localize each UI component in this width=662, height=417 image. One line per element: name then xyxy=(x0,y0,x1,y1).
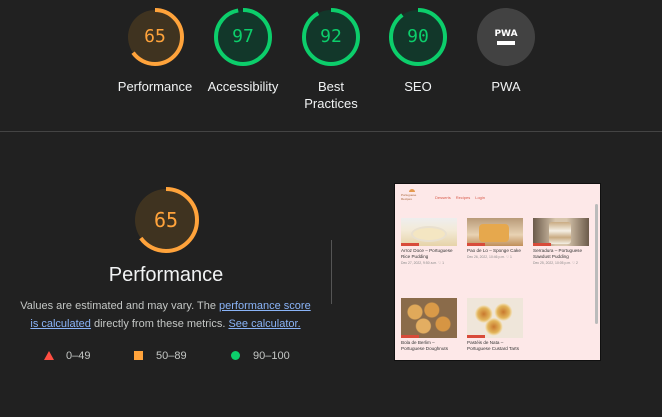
gauge-best-practices[interactable]: 92 Best Practices xyxy=(286,8,376,112)
triangle-icon xyxy=(44,351,54,360)
legend-range: 90–100 xyxy=(253,350,290,362)
pwa-badge-text: PWA xyxy=(494,29,517,39)
gauge-label: Accessibility xyxy=(207,79,279,94)
recipe-title: Pao de Lo – Sponge Cake xyxy=(467,248,521,253)
gauge-label: Performance xyxy=(117,79,193,94)
recipe-title: Bola de Berlim – Portuguese Doughnuts xyxy=(401,340,448,351)
recipe-image xyxy=(533,218,589,246)
recipe-title: Pastéis de Nata – Portuguese Custard Tar… xyxy=(467,340,520,351)
gauge-score: 90 xyxy=(407,26,429,47)
site-nav: Desserts Recipes Login xyxy=(435,195,490,200)
score-legend: 0–49 50–89 90–100 xyxy=(44,348,304,364)
recipe-card: Pastéis de Nata – Portuguese Custard Tar… xyxy=(467,298,523,352)
detail-score: 65 xyxy=(153,208,179,232)
legend-range: 0–49 xyxy=(66,350,91,362)
recipe-image xyxy=(467,298,523,338)
nav-item: Login xyxy=(475,195,486,200)
recipe-image xyxy=(401,218,457,246)
recipe-card: Serradura – Portuguese Sawdust Pudding D… xyxy=(533,218,589,265)
gauge-accessibility[interactable]: 97 Accessibility xyxy=(198,8,288,95)
metrics-note: Values are estimated and may vary. The p… xyxy=(15,297,316,333)
recipe-card: Bola de Berlim – Portuguese Doughnuts xyxy=(401,298,457,352)
gauge-ring: 65 xyxy=(126,8,184,66)
recipe-title: Serradura – Portuguese Sawdust Pudding xyxy=(533,248,583,259)
section-divider xyxy=(0,131,662,132)
legend-range: 50–89 xyxy=(156,350,187,362)
recipe-card: Arroz Doce – Portuguese Rice Pudding Dec… xyxy=(401,218,457,265)
gauge-ring: 97 xyxy=(214,8,272,66)
see-calculator-link[interactable]: See calculator. xyxy=(228,318,300,330)
gauge-performance[interactable]: 65 Performance xyxy=(110,8,200,95)
gauge-score: 65 xyxy=(144,26,166,47)
gauge-ring: 90 xyxy=(389,8,447,66)
recipe-meta: Dec 25, 2022, 10:05 p.m. ♡ 2 xyxy=(533,261,578,265)
gauge-score: 97 xyxy=(232,26,254,47)
performance-title: Performance xyxy=(108,264,224,286)
thumbnail-scrollbar xyxy=(595,204,598,324)
nav-item: Recipes xyxy=(455,195,471,200)
square-icon xyxy=(134,351,143,360)
gauge-ring: 92 xyxy=(302,8,360,66)
gauge-pwa[interactable]: PWA PWA xyxy=(461,8,551,95)
recipe-card: Pao de Lo – Sponge Cake Dec 26, 2022, 10… xyxy=(467,218,523,259)
recipe-image xyxy=(467,218,523,246)
recipe-image xyxy=(401,298,457,338)
note-text: Values are estimated and may vary. The xyxy=(20,300,219,312)
circle-icon xyxy=(231,351,240,360)
vertical-divider xyxy=(331,240,332,304)
category-gauges: 65 Performance 97 Accessibility 92 Best … xyxy=(0,0,662,132)
performance-detail-gauge: 65 xyxy=(132,186,200,254)
gauge-label: Best Practices xyxy=(304,79,358,111)
final-screenshot-thumbnail[interactable]: Portuguese Recipes Desserts Recipes Login … xyxy=(394,183,601,361)
site-logo: Portuguese Recipes xyxy=(401,189,425,201)
gauge-label: SEO xyxy=(404,79,432,94)
recipe-meta: Dec 26, 2022, 10:46 p.m. ♡ 1 xyxy=(467,255,512,259)
gauge-label: PWA xyxy=(491,79,521,94)
gauge-seo[interactable]: 90 SEO xyxy=(373,8,463,95)
gauge-score: 92 xyxy=(320,26,342,47)
note-text: directly from these metrics. xyxy=(90,318,229,330)
recipe-meta: Dec 27, 2022, 9:50 a.m. ♡ 1 xyxy=(401,261,444,265)
thumbnail-header: Portuguese Recipes Desserts Recipes Login xyxy=(395,184,600,206)
gauge-ring: PWA xyxy=(477,8,535,66)
recipe-title: Arroz Doce – Portuguese Rice Pudding xyxy=(401,248,453,259)
pwa-badge-icon: PWA xyxy=(477,8,535,66)
nav-item: Desserts xyxy=(435,195,451,200)
